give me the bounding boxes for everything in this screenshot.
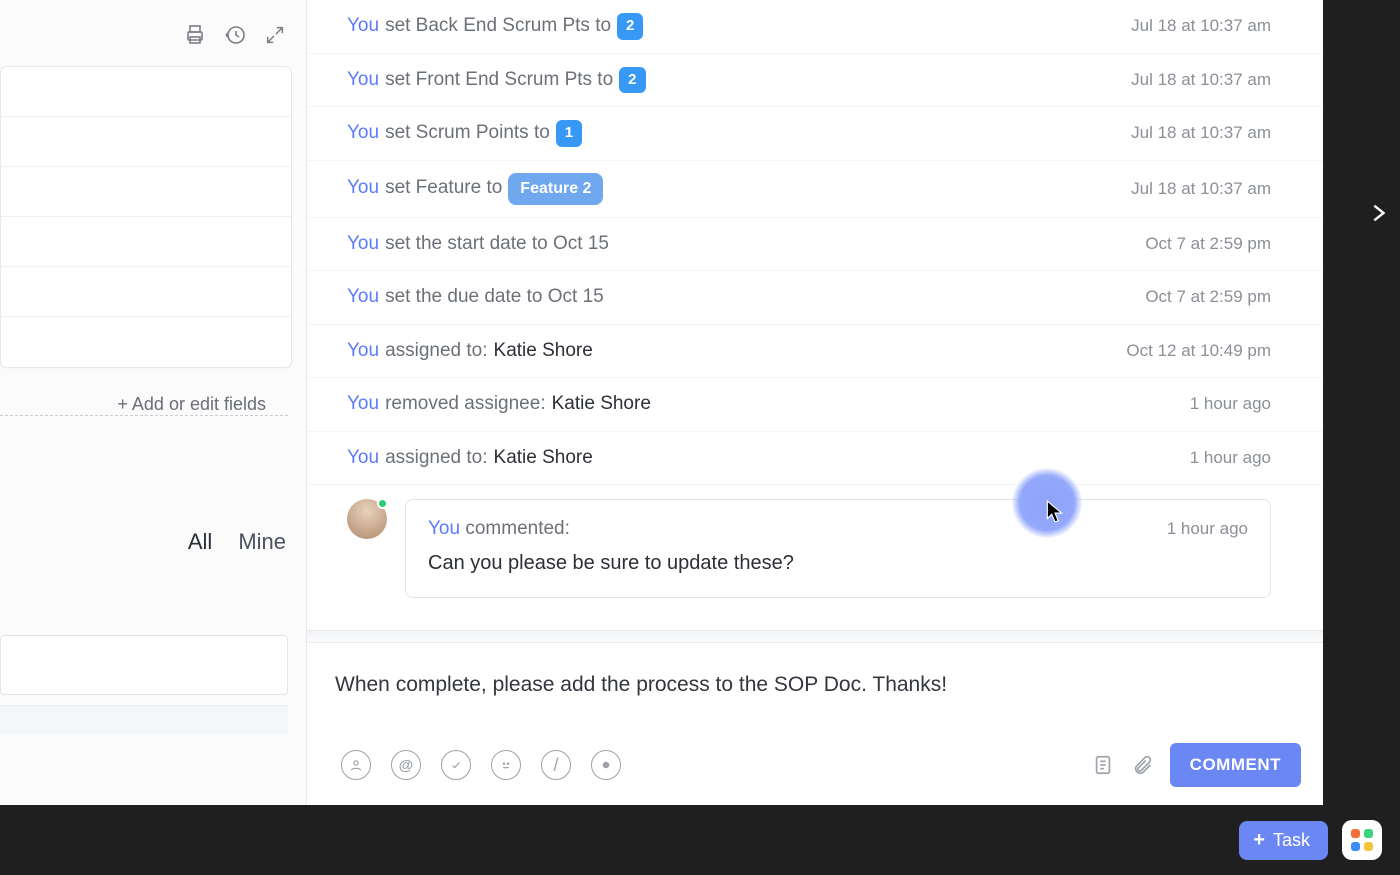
activity-pill: 1 bbox=[556, 120, 582, 147]
emoji-icon[interactable] bbox=[491, 750, 521, 780]
tab-mine[interactable]: Mine bbox=[238, 529, 286, 555]
submit-comment-button[interactable]: COMMENT bbox=[1170, 743, 1301, 787]
activity-timestamp: 1 hour ago bbox=[1190, 448, 1271, 468]
activity-row: You assigned to: Katie Shore Oct 12 at 10… bbox=[307, 325, 1323, 379]
bottom-bar: + Task bbox=[0, 805, 1400, 875]
activity-assignee[interactable]: Katie Shore bbox=[494, 337, 593, 366]
activity-actor[interactable]: You bbox=[347, 337, 379, 366]
comment-timestamp: 1 hour ago bbox=[1167, 519, 1248, 539]
sidebar-input-box[interactable] bbox=[0, 635, 288, 695]
activity-text: set Scrum Points to bbox=[385, 119, 550, 148]
activity-timestamp: Jul 18 at 10:37 am bbox=[1131, 123, 1271, 143]
activity-actor[interactable]: You bbox=[347, 66, 379, 95]
activity-actor[interactable]: You bbox=[347, 444, 379, 473]
activity-pill: 2 bbox=[617, 13, 643, 40]
activity-row: You assigned to: Katie Shore 1 hour ago bbox=[307, 432, 1323, 486]
presence-dot-icon bbox=[377, 498, 388, 509]
chevron-right-icon[interactable] bbox=[1367, 198, 1389, 233]
activity-timestamp: 1 hour ago bbox=[1190, 394, 1271, 414]
activity-text: set the due date to Oct 15 bbox=[385, 283, 604, 312]
assign-icon[interactable] bbox=[441, 750, 471, 780]
activity-row: You set the due date to Oct 15 Oct 7 at … bbox=[307, 271, 1323, 325]
activity-actor[interactable]: You bbox=[347, 230, 379, 259]
activity-actor[interactable]: You bbox=[347, 174, 379, 203]
document-icon[interactable] bbox=[1090, 752, 1116, 778]
custom-field-row[interactable] bbox=[1, 317, 291, 367]
slash-command-icon[interactable]: / bbox=[541, 750, 571, 780]
custom-field-row[interactable] bbox=[1, 167, 291, 217]
activity-timestamp: Oct 7 at 2:59 pm bbox=[1145, 234, 1271, 254]
comment-actor[interactable]: You bbox=[428, 518, 460, 539]
comment-body: Can you please be sure to update these? bbox=[428, 552, 1248, 575]
activity-row: You set Feature to Feature 2 Jul 18 at 10… bbox=[307, 161, 1323, 218]
activity-timestamp: Jul 18 at 10:37 am bbox=[1131, 179, 1271, 199]
activity-text: set Front End Scrum Pts to bbox=[385, 66, 613, 95]
activity-row: You set Back End Scrum Pts to 2 Jul 18 at… bbox=[307, 0, 1323, 54]
activity-assignee[interactable]: Katie Shore bbox=[494, 444, 593, 473]
right-collapsed-panel bbox=[1323, 0, 1400, 805]
comment-verb: commented: bbox=[465, 518, 570, 539]
activity-timestamp: Jul 18 at 10:37 am bbox=[1131, 70, 1271, 90]
activity-row: You removed assignee: Katie Shore 1 hour … bbox=[307, 378, 1323, 432]
comment-block: You commented: 1 hour ago Can you please… bbox=[307, 485, 1323, 622]
activity-panel: You set Back End Scrum Pts to 2 Jul 18 at… bbox=[307, 0, 1323, 805]
comment-composer: When complete, please add the process to… bbox=[307, 630, 1323, 805]
attachment-icon[interactable] bbox=[1130, 752, 1156, 778]
activity-actor[interactable]: You bbox=[347, 283, 379, 312]
custom-field-row[interactable] bbox=[1, 117, 291, 167]
apps-grid-icon[interactable] bbox=[1342, 820, 1382, 860]
attachment-tabs: All Mine bbox=[188, 529, 286, 555]
print-icon[interactable] bbox=[182, 22, 208, 48]
new-task-button[interactable]: + Task bbox=[1239, 821, 1328, 860]
activity-timestamp: Oct 7 at 2:59 pm bbox=[1145, 287, 1271, 307]
activity-text: assigned to: bbox=[385, 444, 487, 473]
custom-field-row[interactable] bbox=[1, 267, 291, 317]
activity-assignee[interactable]: Katie Shore bbox=[552, 390, 651, 419]
activity-row: You set Front End Scrum Pts to 2 Jul 18 a… bbox=[307, 54, 1323, 108]
add-edit-fields-link[interactable]: + Add or edit fields bbox=[0, 382, 288, 416]
sidebar-list-stack bbox=[0, 705, 288, 735]
activity-timestamp: Jul 18 at 10:37 am bbox=[1131, 16, 1271, 36]
composer-divider bbox=[307, 631, 1323, 643]
activity-text: assigned to: bbox=[385, 337, 487, 366]
plus-icon: + bbox=[1253, 830, 1265, 850]
at-mention-icon[interactable]: @ bbox=[391, 750, 421, 780]
activity-text: set Feature to bbox=[385, 174, 502, 203]
activity-pill: Feature 2 bbox=[508, 173, 603, 205]
custom-fields-card bbox=[0, 66, 292, 368]
tab-all[interactable]: All bbox=[188, 529, 212, 555]
record-icon[interactable] bbox=[591, 750, 621, 780]
comment-input[interactable]: When complete, please add the process to… bbox=[307, 643, 1323, 743]
activity-text: set the start date to Oct 15 bbox=[385, 230, 609, 259]
activity-timestamp: Oct 12 at 10:49 pm bbox=[1126, 341, 1271, 361]
expand-icon[interactable] bbox=[262, 22, 288, 48]
activity-row: You set Scrum Points to 1 Jul 18 at 10:37… bbox=[307, 107, 1323, 161]
activity-actor[interactable]: You bbox=[347, 390, 379, 419]
activity-actor[interactable]: You bbox=[347, 119, 379, 148]
activity-actor[interactable]: You bbox=[347, 12, 379, 41]
sidebar-toolbar bbox=[0, 0, 306, 60]
history-icon[interactable] bbox=[222, 22, 248, 48]
mention-person-icon[interactable] bbox=[341, 750, 371, 780]
custom-field-row[interactable] bbox=[1, 67, 291, 117]
left-sidebar: + Add or edit fields All Mine bbox=[0, 0, 307, 805]
comment-card[interactable]: You commented: 1 hour ago Can you please… bbox=[405, 499, 1271, 598]
new-task-label: Task bbox=[1273, 830, 1310, 851]
activity-text: set Back End Scrum Pts to bbox=[385, 12, 611, 41]
avatar[interactable] bbox=[347, 499, 387, 539]
custom-field-row[interactable] bbox=[1, 217, 291, 267]
activity-pill: 2 bbox=[619, 67, 645, 94]
activity-text: removed assignee: bbox=[385, 390, 546, 419]
activity-row: You set the start date to Oct 15 Oct 7 a… bbox=[307, 218, 1323, 272]
